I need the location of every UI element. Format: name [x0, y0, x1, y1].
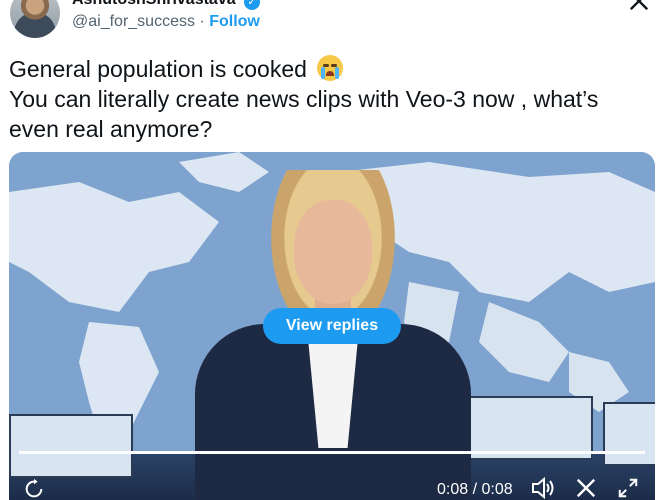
view-replies-button[interactable]: View replies	[263, 308, 401, 344]
verified-badge-icon: ✓	[244, 0, 260, 10]
fullscreen-icon[interactable]	[617, 477, 639, 499]
tweet-text: General population is cooked You can lit…	[9, 54, 649, 144]
studio-monitor	[603, 402, 655, 466]
video-controls: 0:08 / 0:08	[9, 470, 655, 500]
video-progress-fill	[19, 451, 645, 454]
studio-monitor	[9, 414, 133, 478]
handle-row: @ai_for_success · Follow	[72, 13, 260, 31]
tweet-line-1-text: General population is cooked	[9, 56, 307, 82]
author-handle[interactable]: @ai_for_success	[72, 13, 195, 30]
separator-dot: ·	[199, 13, 205, 30]
tweet-header: AshutoshShrivastava ✓ @ai_for_success · …	[0, 0, 662, 44]
volume-icon[interactable]	[531, 476, 557, 500]
x-logo-icon[interactable]	[628, 0, 650, 12]
author-name[interactable]: AshutoshShrivastava	[72, 0, 236, 9]
loudly-crying-face-icon	[317, 55, 344, 81]
tweet-line-1: General population is cooked	[9, 54, 649, 84]
tweet-line-2: You can literally create news clips with…	[9, 86, 599, 142]
video-player[interactable]: View replies 0:08 / 0:08	[9, 152, 655, 500]
avatar[interactable]	[10, 0, 60, 38]
video-time-display: 0:08 / 0:08	[437, 481, 513, 498]
x-logo-icon[interactable]	[575, 477, 597, 499]
follow-button[interactable]: Follow	[209, 13, 260, 30]
video-progress-bar[interactable]	[19, 451, 645, 454]
news-anchor-face	[294, 200, 372, 304]
replay-icon[interactable]	[23, 478, 45, 500]
